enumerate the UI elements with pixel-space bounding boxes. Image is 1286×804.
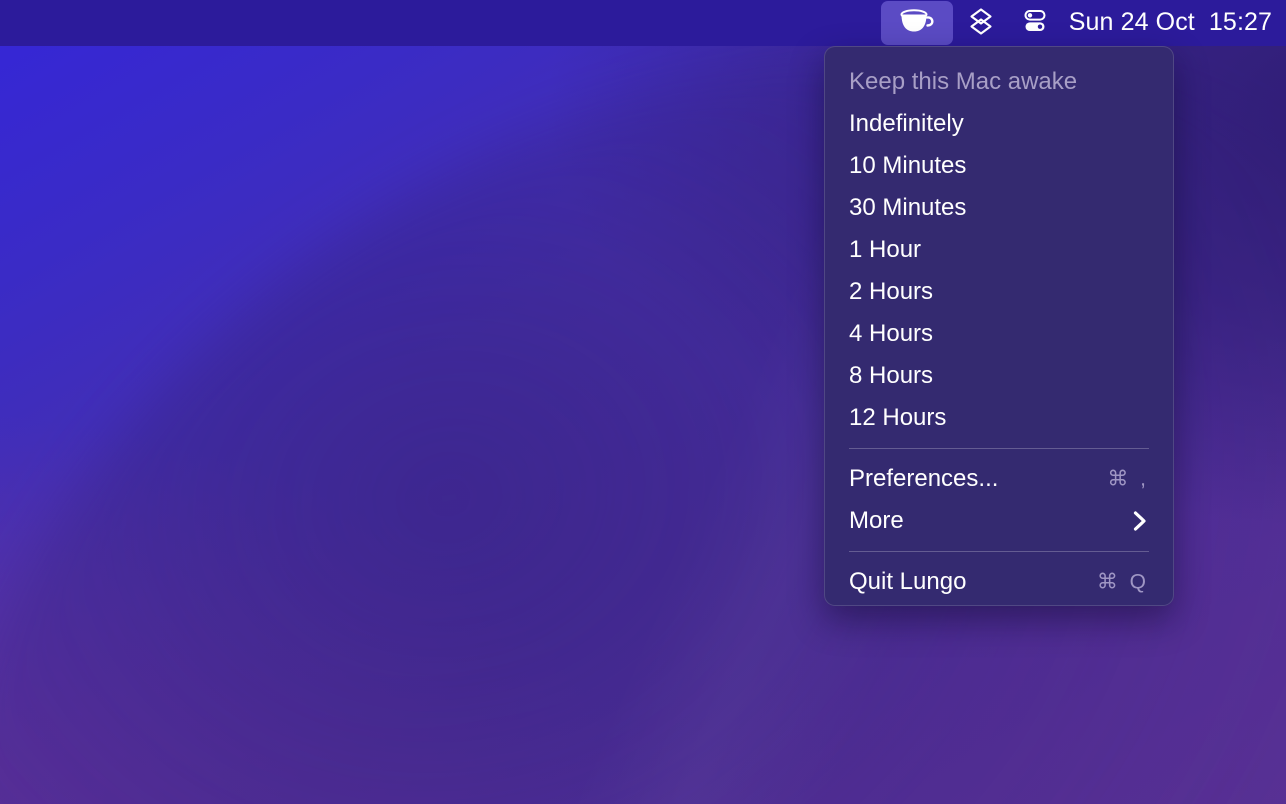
menubar-clock[interactable]: Sun 24 Oct 15:27	[1069, 8, 1272, 39]
lungo-dropdown-menu: Keep this Mac awake Indefinitely 10 Minu…	[824, 46, 1174, 606]
menu-item-label: 1 Hour	[849, 236, 922, 263]
menu-item-label: Indefinitely	[849, 110, 964, 137]
menu-item-label: More	[849, 507, 904, 534]
menubar-item-control-center[interactable]	[1011, 1, 1059, 45]
menu-header: Keep this Mac awake	[825, 61, 1173, 103]
menu-item-label: 30 Minutes	[849, 194, 967, 221]
menu-item-2-hours[interactable]: 2 Hours	[825, 271, 1173, 313]
menu-header-label: Keep this Mac awake	[849, 68, 1078, 95]
menu-item-4-hours[interactable]: 4 Hours	[825, 313, 1173, 355]
menubar-item-layers[interactable]	[957, 1, 1005, 45]
menu-item-indefinitely[interactable]: Indefinitely	[825, 103, 1173, 145]
menu-item-label: 2 Hours	[849, 278, 934, 305]
menubar-item-lungo[interactable]	[880, 1, 953, 45]
menu-item-label: 8 Hours	[849, 362, 934, 389]
layers-icon	[965, 5, 997, 42]
menu-item-label: 10 Minutes	[849, 152, 967, 179]
menu-item-30-minutes[interactable]: 30 Minutes	[825, 187, 1173, 229]
screen: Sun 24 Oct 15:27 Keep this Mac awake Ind…	[0, 0, 1286, 804]
menu-item-8-hours[interactable]: 8 Hours	[825, 355, 1173, 397]
menu-separator-1	[849, 448, 1149, 449]
menu-item-preferences[interactable]: Preferences... ⌘ ,	[825, 458, 1173, 500]
coffee-cup-icon	[897, 6, 937, 41]
menu-item-shortcut: ⌘ ,	[1107, 467, 1149, 491]
control-center-icon	[1019, 5, 1051, 42]
menu-item-label: Preferences...	[849, 465, 999, 492]
menu-item-label: 12 Hours	[849, 404, 947, 431]
menu-separator-2	[849, 551, 1149, 552]
menu-item-label: Quit Lungo	[849, 568, 967, 595]
menu-item-quit-lungo[interactable]: Quit Lungo ⌘ Q	[825, 561, 1173, 603]
menu-item-12-hours[interactable]: 12 Hours	[825, 397, 1173, 439]
menu-item-shortcut: ⌘ Q	[1096, 570, 1149, 594]
menu-item-10-minutes[interactable]: 10 Minutes	[825, 145, 1173, 187]
chevron-right-icon	[1131, 509, 1149, 533]
menu-bar: Sun 24 Oct 15:27	[0, 0, 1286, 46]
menu-item-label: 4 Hours	[849, 320, 934, 347]
menu-item-1-hour[interactable]: 1 Hour	[825, 229, 1173, 271]
menu-item-more[interactable]: More	[825, 500, 1173, 542]
